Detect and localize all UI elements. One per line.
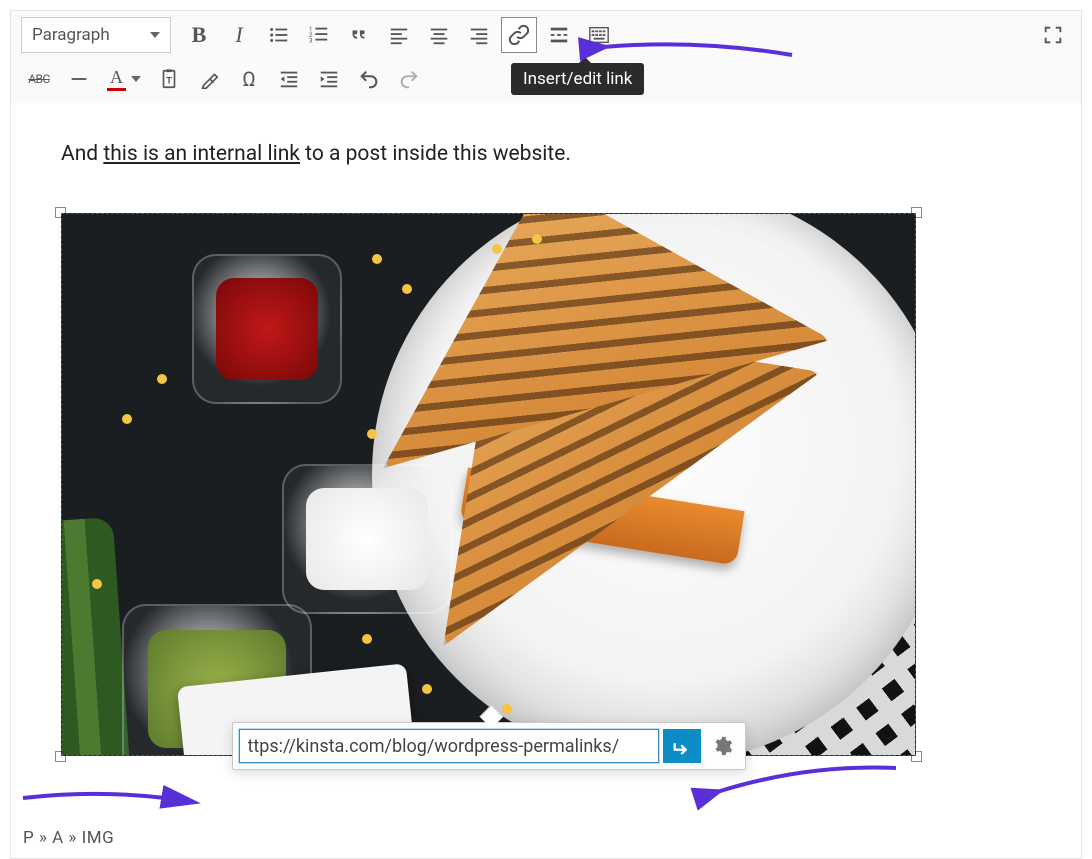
- bullet-list-button[interactable]: [261, 17, 297, 53]
- toolbar-row-1: Paragraph B I 123: [11, 11, 1081, 59]
- annotation-arrow-left: [19, 782, 199, 828]
- link-tooltip: Insert/edit link: [511, 63, 644, 95]
- link-url-input[interactable]: [239, 729, 659, 763]
- align-left-button[interactable]: [381, 17, 417, 53]
- svg-text:T: T: [166, 77, 172, 87]
- element-path[interactable]: P » A » IMG: [23, 828, 114, 848]
- indent-button[interactable]: [311, 61, 347, 97]
- italic-button[interactable]: I: [221, 17, 257, 53]
- undo-button[interactable]: [351, 61, 387, 97]
- paragraph[interactable]: And this is an internal link to a post i…: [61, 142, 1031, 166]
- text-before: And: [61, 142, 103, 166]
- insert-link-button[interactable]: [501, 17, 537, 53]
- fullscreen-button[interactable]: [1035, 17, 1071, 53]
- horizontal-rule-button[interactable]: [61, 61, 97, 97]
- format-select[interactable]: Paragraph: [21, 17, 171, 53]
- editor-content[interactable]: And this is an internal link to a post i…: [11, 103, 1081, 822]
- strikethrough-button[interactable]: ABC: [21, 61, 57, 97]
- chevron-down-icon: [131, 76, 141, 82]
- classic-editor: Paragraph B I 123: [10, 10, 1082, 859]
- align-right-button[interactable]: [461, 17, 497, 53]
- blockquote-button[interactable]: [341, 17, 377, 53]
- text-color-button[interactable]: A: [101, 61, 147, 97]
- redo-button[interactable]: [391, 61, 427, 97]
- toolbar-toggle-button[interactable]: [581, 17, 617, 53]
- svg-text:3: 3: [309, 36, 313, 44]
- content-image[interactable]: [61, 213, 916, 756]
- link-tooltip-label: Insert/edit link: [523, 69, 632, 89]
- numbered-list-button[interactable]: 123: [301, 17, 337, 53]
- text-after: to a post inside this website.: [300, 142, 571, 166]
- selected-image-wrapper[interactable]: [61, 213, 916, 756]
- annotation-arrow-right: [711, 762, 901, 818]
- outdent-button[interactable]: [271, 61, 307, 97]
- special-character-button[interactable]: Ω: [231, 61, 267, 97]
- inline-link-editor: [232, 722, 746, 770]
- paste-as-text-button[interactable]: T: [151, 61, 187, 97]
- element-path-statusbar[interactable]: P » A » IMG: [11, 822, 1081, 858]
- internal-link[interactable]: this is an internal link: [103, 142, 300, 166]
- dropdown-caret-icon: [150, 32, 160, 38]
- link-options-button[interactable]: [705, 729, 739, 763]
- format-select-label: Paragraph: [32, 25, 110, 45]
- clear-formatting-button[interactable]: [191, 61, 227, 97]
- align-center-button[interactable]: [421, 17, 457, 53]
- bold-button[interactable]: B: [181, 17, 217, 53]
- read-more-button[interactable]: [541, 17, 577, 53]
- apply-link-button[interactable]: [663, 729, 701, 763]
